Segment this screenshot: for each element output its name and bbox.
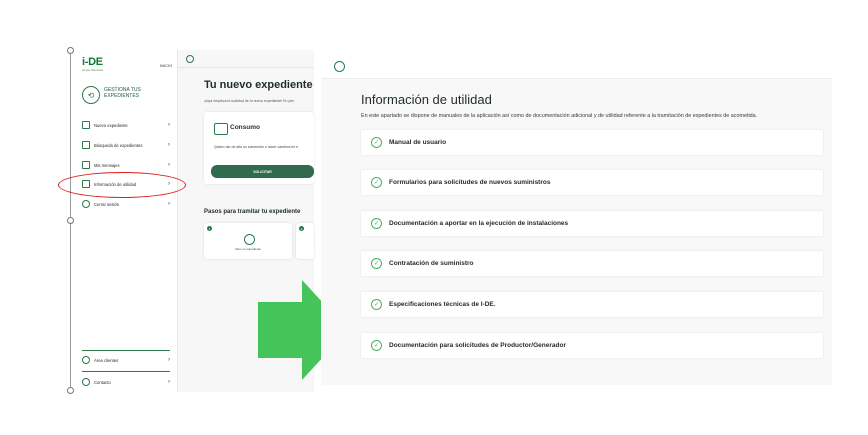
section-title: GESTIONA TUS EXPEDIENTES xyxy=(104,87,141,99)
ide-logo[interactable]: i-DE xyxy=(82,56,103,68)
check-circle-icon: ✓ xyxy=(371,299,382,310)
info-item-documentacion-instalaciones[interactable]: ✓ Documentación a aportar en la ejecució… xyxy=(361,211,823,236)
nav-item-area-clientes[interactable]: Área clientes › xyxy=(82,354,170,366)
nav-item-nuevo-expediente[interactable]: Nuevo expediente › xyxy=(82,119,170,131)
chevron-right-icon: › xyxy=(168,379,170,385)
selection-handle[interactable] xyxy=(67,387,74,394)
divider xyxy=(82,350,170,351)
check-circle-icon: ✓ xyxy=(371,258,382,269)
chevron-right-icon: › xyxy=(168,122,170,128)
mail-icon xyxy=(82,161,90,169)
check-circle-icon: ✓ xyxy=(371,177,382,188)
info-item-label: Manual de usuario xyxy=(389,139,447,146)
nav-label: Cerrar sesión xyxy=(94,201,120,207)
nav-label: Área clientes xyxy=(94,357,119,363)
search-file-icon xyxy=(82,141,90,149)
user-icon[interactable] xyxy=(334,61,345,72)
sidebar: i-DE Grupo Iberdrola INICIO ⟲ GESTIONA T… xyxy=(70,50,178,392)
info-item-label: Especificaciones técnicas de I-DE. xyxy=(389,301,496,308)
info-item-label: Documentación para solicitudes de Produc… xyxy=(389,342,566,349)
right-header xyxy=(321,55,832,79)
nav-item-busqueda-expedientes[interactable]: Búsqueda de expedientes › xyxy=(82,139,170,151)
file-plus-icon xyxy=(82,121,90,129)
nav-item-contacto[interactable]: Contacto › xyxy=(82,376,170,388)
chevron-right-icon: › xyxy=(168,142,170,148)
check-circle-icon: ✓ xyxy=(371,340,382,351)
selection-handle[interactable] xyxy=(67,47,74,54)
inicio-link[interactable]: INICIO xyxy=(160,63,172,68)
nav-label: Búsqueda de expedientes xyxy=(94,142,143,148)
selection-handle[interactable] xyxy=(67,217,74,224)
chevron-right-icon: › xyxy=(168,201,170,207)
info-item-contratacion[interactable]: ✓ Contratación de suministro xyxy=(361,251,823,276)
info-item-label: Formularios para solicitudes de nuevos s… xyxy=(389,179,551,186)
nav-item-mis-mensajes[interactable]: Mis mensajes › xyxy=(82,159,170,171)
user-icon xyxy=(82,356,90,364)
header-divider xyxy=(178,67,314,68)
info-item-label: Documentación a aportar en la ejecución … xyxy=(389,220,569,227)
nav-label: Nuevo expediente xyxy=(94,122,128,128)
info-item-formularios[interactable]: ✓ Formularios para solicitudes de nuevos… xyxy=(361,170,823,195)
check-circle-icon: ✓ xyxy=(371,218,382,229)
info-item-especificaciones[interactable]: ✓ Especificaciones técnicas de I-DE. xyxy=(361,292,823,317)
nav-item-cerrar-sesion[interactable]: Cerrar sesión › xyxy=(82,198,170,210)
info-item-label: Contratación de suministro xyxy=(389,260,474,267)
nav-label: Mis mensajes xyxy=(94,162,120,168)
divider xyxy=(82,371,170,372)
info-item-productor-generador[interactable]: ✓ Documentación para solicitudes de Prod… xyxy=(361,333,823,358)
highlight-ellipse xyxy=(58,172,186,198)
expedientes-icon: ⟲ xyxy=(82,86,100,104)
chevron-right-icon: › xyxy=(168,357,170,363)
phone-icon xyxy=(82,378,90,386)
logout-icon xyxy=(82,200,90,208)
info-page-description: En este apartado se dispone de manuales … xyxy=(361,113,758,119)
nav-label: Contacto xyxy=(94,379,111,385)
check-circle-icon: ✓ xyxy=(371,137,382,148)
user-icon[interactable] xyxy=(186,55,194,63)
logo-subtitle: Grupo Iberdrola xyxy=(82,68,104,72)
chevron-right-icon: › xyxy=(168,162,170,168)
info-item-manual[interactable]: ✓ Manual de usuario xyxy=(361,130,823,155)
info-page-title: Información de utilidad xyxy=(361,92,492,107)
